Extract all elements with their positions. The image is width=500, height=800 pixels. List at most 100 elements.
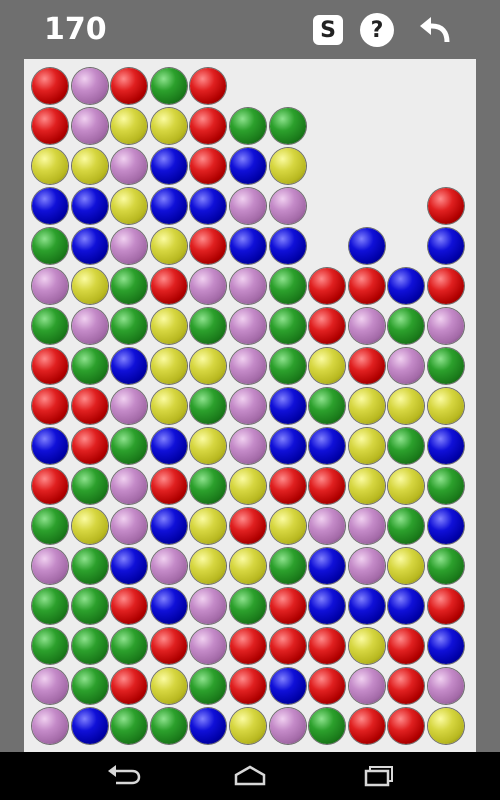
purple-ball[interactable] (230, 348, 266, 384)
red-ball[interactable] (388, 708, 425, 744)
red-ball[interactable] (348, 348, 385, 384)
yellow-ball[interactable] (388, 468, 425, 504)
green-ball[interactable] (150, 68, 187, 104)
red-ball[interactable] (309, 268, 346, 304)
red-ball[interactable] (428, 188, 464, 224)
blue-ball[interactable] (71, 228, 108, 264)
red-ball[interactable] (309, 628, 346, 664)
green-ball[interactable] (428, 548, 464, 584)
red-ball[interactable] (150, 468, 187, 504)
yellow-ball[interactable] (150, 308, 187, 344)
yellow-ball[interactable] (348, 468, 385, 504)
red-ball[interactable] (230, 508, 266, 544)
red-ball[interactable] (190, 148, 227, 184)
green-ball[interactable] (111, 708, 148, 744)
yellow-ball[interactable] (150, 228, 187, 264)
green-ball[interactable] (269, 308, 306, 344)
green-ball[interactable] (71, 468, 108, 504)
purple-ball[interactable] (230, 268, 266, 304)
red-ball[interactable] (71, 428, 108, 464)
red-ball[interactable] (348, 708, 385, 744)
blue-ball[interactable] (388, 268, 425, 304)
undo-button[interactable] (416, 10, 456, 50)
red-ball[interactable] (309, 668, 346, 704)
yellow-ball[interactable] (32, 148, 68, 184)
purple-ball[interactable] (348, 668, 385, 704)
green-ball[interactable] (32, 228, 68, 264)
green-ball[interactable] (32, 508, 68, 544)
green-ball[interactable] (32, 308, 68, 344)
blue-ball[interactable] (309, 548, 346, 584)
green-ball[interactable] (388, 308, 425, 344)
purple-ball[interactable] (428, 308, 464, 344)
green-ball[interactable] (190, 668, 227, 704)
purple-ball[interactable] (111, 148, 148, 184)
green-ball[interactable] (190, 388, 227, 424)
help-button[interactable]: ? (360, 13, 394, 47)
green-ball[interactable] (111, 268, 148, 304)
green-ball[interactable] (71, 588, 108, 624)
blue-ball[interactable] (150, 148, 187, 184)
purple-ball[interactable] (32, 548, 68, 584)
yellow-ball[interactable] (428, 708, 464, 744)
purple-ball[interactable] (230, 308, 266, 344)
green-ball[interactable] (190, 468, 227, 504)
purple-ball[interactable] (269, 188, 306, 224)
red-ball[interactable] (32, 68, 68, 104)
yellow-ball[interactable] (388, 388, 425, 424)
red-ball[interactable] (269, 588, 306, 624)
red-ball[interactable] (269, 628, 306, 664)
yellow-ball[interactable] (190, 508, 227, 544)
purple-ball[interactable] (348, 508, 385, 544)
yellow-ball[interactable] (309, 348, 346, 384)
green-ball[interactable] (230, 108, 266, 144)
red-ball[interactable] (32, 348, 68, 384)
green-ball[interactable] (309, 708, 346, 744)
red-ball[interactable] (428, 268, 464, 304)
s-button[interactable]: S (313, 15, 343, 45)
green-ball[interactable] (428, 468, 464, 504)
yellow-ball[interactable] (388, 548, 425, 584)
yellow-ball[interactable] (428, 388, 464, 424)
yellow-ball[interactable] (150, 108, 187, 144)
blue-ball[interactable] (348, 228, 385, 264)
purple-ball[interactable] (230, 428, 266, 464)
red-ball[interactable] (230, 668, 266, 704)
red-ball[interactable] (348, 268, 385, 304)
purple-ball[interactable] (71, 308, 108, 344)
green-ball[interactable] (111, 308, 148, 344)
blue-ball[interactable] (150, 428, 187, 464)
purple-ball[interactable] (111, 388, 148, 424)
green-ball[interactable] (388, 428, 425, 464)
green-ball[interactable] (428, 348, 464, 384)
green-ball[interactable] (111, 628, 148, 664)
blue-ball[interactable] (269, 388, 306, 424)
red-ball[interactable] (388, 668, 425, 704)
blue-ball[interactable] (428, 228, 464, 264)
green-ball[interactable] (388, 508, 425, 544)
purple-ball[interactable] (71, 108, 108, 144)
red-ball[interactable] (388, 628, 425, 664)
yellow-ball[interactable] (71, 508, 108, 544)
yellow-ball[interactable] (190, 348, 227, 384)
blue-ball[interactable] (150, 588, 187, 624)
red-ball[interactable] (190, 68, 227, 104)
purple-ball[interactable] (230, 188, 266, 224)
green-ball[interactable] (150, 708, 187, 744)
red-ball[interactable] (309, 308, 346, 344)
green-ball[interactable] (111, 428, 148, 464)
red-ball[interactable] (190, 108, 227, 144)
purple-ball[interactable] (111, 228, 148, 264)
yellow-ball[interactable] (150, 668, 187, 704)
blue-ball[interactable] (71, 708, 108, 744)
blue-ball[interactable] (428, 628, 464, 664)
red-ball[interactable] (150, 268, 187, 304)
green-ball[interactable] (32, 588, 68, 624)
blue-ball[interactable] (111, 548, 148, 584)
green-ball[interactable] (71, 348, 108, 384)
yellow-ball[interactable] (348, 628, 385, 664)
purple-ball[interactable] (269, 708, 306, 744)
purple-ball[interactable] (230, 388, 266, 424)
blue-ball[interactable] (269, 428, 306, 464)
blue-ball[interactable] (32, 428, 68, 464)
